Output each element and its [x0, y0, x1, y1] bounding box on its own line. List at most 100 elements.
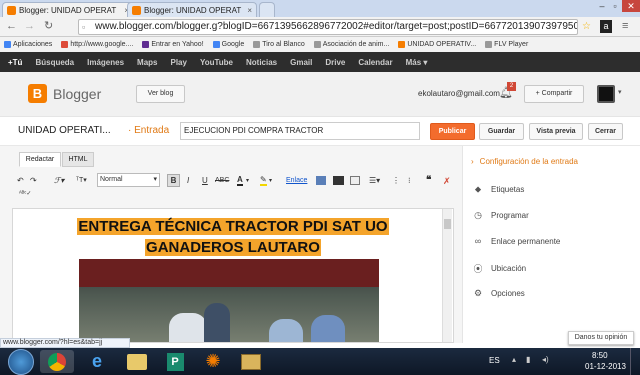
sidebar-item-location[interactable]: ⦿ Ubicación — [473, 262, 526, 275]
gbar-drive[interactable]: Drive — [325, 58, 345, 67]
sidebar-item-options[interactable]: ⚙ Opciones — [473, 288, 525, 299]
taskbar-movie-maker[interactable] — [234, 350, 268, 373]
blogger-logo-icon[interactable]: B — [28, 84, 47, 103]
underline-icon[interactable]: U — [202, 175, 208, 187]
user-email[interactable]: ekolautaro@gmail.com — [418, 89, 500, 98]
minimize-icon[interactable]: – — [596, 0, 608, 12]
bulleted-list-icon[interactable]: ⁝ — [408, 175, 411, 187]
insert-jump-break-icon[interactable] — [350, 176, 360, 185]
undo-icon[interactable]: ↶ — [17, 175, 24, 187]
show-desktop-button[interactable] — [630, 348, 640, 375]
maximize-icon[interactable]: ▫ — [609, 0, 621, 12]
feedback-button[interactable]: Danos tu opinión — [568, 331, 634, 345]
editor-scrollbar[interactable] — [442, 209, 452, 342]
url-bar[interactable]: ▫ www.blogger.com/blogger.g?blogID=66713… — [78, 19, 578, 35]
tractor-photo[interactable] — [79, 259, 379, 342]
person-figure — [204, 303, 230, 342]
sidebar-item-permalink[interactable]: ∞ Enlace permanente — [473, 236, 561, 246]
save-button[interactable]: Guardar — [479, 123, 524, 140]
gbar-images[interactable]: Imágenes — [87, 58, 124, 67]
publish-button[interactable]: Publicar — [430, 123, 475, 140]
post-settings-header[interactable]: › Configuración de la entrada — [471, 157, 578, 166]
start-button-icon[interactable] — [8, 349, 34, 375]
browser-tab-1[interactable]: Blogger: UNIDAD OPERAT × — [2, 2, 134, 17]
forward-icon[interactable]: → — [24, 20, 35, 33]
tab-close-icon[interactable]: × — [247, 6, 252, 15]
gbar-plus-you[interactable]: +Tú — [8, 58, 22, 67]
bookmark-item[interactable]: UNIDAD OPERATIV... — [398, 41, 476, 48]
taskbar-ie[interactable]: e — [80, 350, 114, 373]
post-body-editor[interactable]: ENTREGA TÉCNICA TRACTOR PDI SAT UO GANAD… — [12, 208, 454, 343]
taskbar-avast[interactable]: ✺ — [196, 350, 230, 373]
bookmark-item[interactable]: FLV Player — [485, 41, 528, 48]
chevron-down-icon[interactable]: ▾ — [246, 175, 249, 187]
italic-icon[interactable]: I — [187, 175, 189, 187]
back-icon[interactable]: ← — [6, 20, 17, 33]
bold-icon[interactable]: B — [167, 174, 180, 187]
share-button[interactable]: + Compartir — [524, 85, 584, 103]
chevron-down-icon[interactable]: ▾ — [269, 175, 272, 187]
volume-icon[interactable]: ◂) — [542, 355, 549, 364]
post-title-input[interactable]: EJECUCION PDI COMPRA TRACTOR — [180, 122, 420, 140]
taskbar-publisher[interactable]: P — [158, 350, 192, 373]
taskbar-chrome[interactable] — [40, 350, 74, 373]
new-tab-button[interactable] — [259, 2, 275, 17]
bookmark-star-icon[interactable]: ☆ — [582, 20, 591, 33]
strikethrough-icon[interactable]: ABC — [215, 175, 229, 187]
font-size-icon[interactable]: ᵀT▾ — [76, 175, 87, 187]
bookmark-item[interactable]: http://www.google.... — [61, 41, 133, 48]
avatar[interactable] — [597, 85, 615, 103]
browser-tab-2[interactable]: Blogger: UNIDAD OPERAT × — [127, 2, 257, 17]
clock-icon: ◷ — [474, 210, 482, 220]
clock-time[interactable]: 8:50 — [592, 351, 608, 360]
format-select[interactable]: Normal ▾ — [97, 173, 160, 187]
preview-button[interactable]: Vista previa — [529, 123, 583, 140]
blog-name[interactable]: UNIDAD OPERATI... — [18, 125, 111, 136]
blogger-icon — [398, 41, 406, 48]
numbered-list-icon[interactable]: ⋮ — [392, 175, 400, 187]
quote-icon[interactable]: ❝ — [426, 175, 431, 187]
taskbar-explorer[interactable] — [120, 350, 154, 373]
amazon-extension-icon[interactable]: a — [600, 20, 612, 33]
clock-date[interactable]: 01-12-2013 — [585, 362, 626, 371]
image-icon[interactable] — [316, 176, 326, 185]
gbar-calendar[interactable]: Calendar — [358, 58, 392, 67]
compose-tab[interactable]: Redactar — [19, 152, 61, 167]
close-button[interactable]: Cerrar — [588, 123, 623, 140]
gbar-news[interactable]: Noticias — [246, 58, 277, 67]
html-tab[interactable]: HTML — [62, 152, 94, 167]
bookmark-item[interactable]: Entrar en Yahoo! — [142, 41, 204, 48]
scrollbar-thumb[interactable] — [444, 219, 451, 229]
bookmark-item[interactable]: Google — [212, 41, 244, 48]
gbar-maps[interactable]: Maps — [137, 58, 157, 67]
link-button[interactable]: Enlace — [286, 175, 307, 187]
bookmark-item[interactable]: Tiro al Blanco — [253, 41, 305, 48]
bookmark-item[interactable]: Asociación de anim... — [313, 41, 389, 48]
menu-icon[interactable]: ≡ — [622, 20, 628, 33]
gbar-youtube[interactable]: YouTube — [200, 58, 233, 67]
reload-icon[interactable]: ↻ — [44, 20, 53, 33]
spellcheck-icon[interactable]: ᴬᴮᶜ✓ — [19, 188, 31, 200]
post-title-value: EJECUCION PDI COMPRA TRACTOR — [184, 126, 324, 135]
browser-tab-strip: Blogger: UNIDAD OPERAT × Blogger: UNIDAD… — [0, 0, 640, 17]
align-icon[interactable]: ☰▾ — [369, 175, 380, 187]
remove-formatting-icon[interactable]: ✗ — [443, 175, 451, 187]
font-family-icon[interactable]: ℱ▾ — [54, 175, 64, 187]
bookmark-item[interactable]: Aplicaciones — [4, 41, 52, 48]
window-close-icon[interactable]: ✕ — [622, 0, 640, 12]
language-indicator[interactable]: ES — [489, 356, 500, 365]
tray-arrow-icon[interactable]: ▴ — [512, 355, 516, 364]
text-color-icon[interactable]: A — [237, 175, 243, 186]
highlight-color-icon[interactable]: ✎ — [260, 175, 267, 186]
gbar-more[interactable]: Más ▾ — [406, 58, 428, 67]
account-chevron-down-icon[interactable]: ▾ — [618, 88, 622, 96]
network-icon[interactable]: ▮ — [526, 355, 530, 364]
gbar-gmail[interactable]: Gmail — [290, 58, 312, 67]
redo-icon[interactable]: ↷ — [30, 175, 37, 187]
gbar-play[interactable]: Play — [170, 58, 186, 67]
sidebar-item-labels[interactable]: ⬥ Etiquetas — [473, 184, 525, 195]
view-blog-button[interactable]: Ver blog — [136, 85, 185, 103]
sidebar-item-schedule[interactable]: ◷ Programar — [473, 210, 529, 221]
gbar-search[interactable]: Búsqueda — [35, 58, 74, 67]
video-icon[interactable] — [333, 176, 344, 185]
